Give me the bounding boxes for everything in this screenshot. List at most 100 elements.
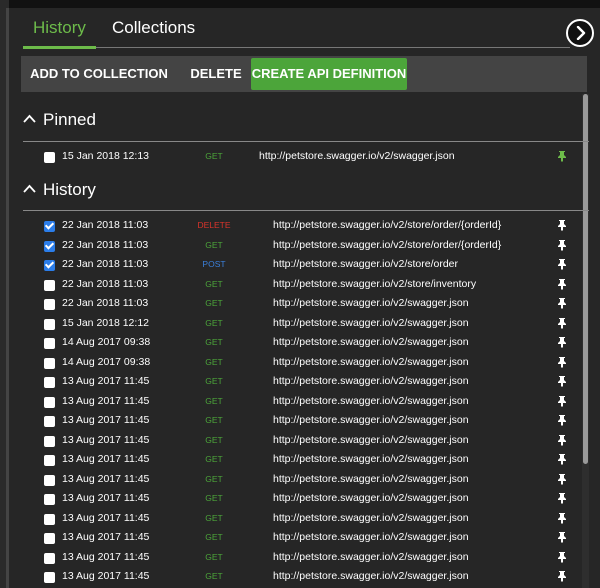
- pin-icon[interactable]: [557, 219, 567, 231]
- pin-icon[interactable]: [557, 395, 567, 407]
- request-date: 22 Jan 2018 11:03: [62, 258, 149, 270]
- tab-bar: History Collections: [9, 8, 600, 52]
- request-url: http://petstore.swagger.io/v2/swagger.js…: [273, 492, 469, 504]
- request-url: http://petstore.swagger.io/v2/store/orde…: [273, 219, 502, 231]
- pin-icon[interactable]: [557, 531, 567, 543]
- request-method: GET: [205, 571, 223, 581]
- request-date: 13 Aug 2017 11:45: [62, 414, 150, 426]
- checkbox-icon[interactable]: [44, 513, 55, 525]
- pin-icon[interactable]: [557, 512, 567, 524]
- request-method: POST: [202, 259, 226, 269]
- list-item[interactable]: 14 Aug 2017 09:38 GET http://petstore.swag…: [9, 334, 579, 354]
- request-date: 15 Jan 2018 12:13: [62, 150, 149, 162]
- request-method: GET: [205, 317, 223, 328]
- pin-icon[interactable]: [557, 570, 567, 582]
- create-api-definition-button[interactable]: CREATE API DEFINITION: [251, 58, 407, 90]
- pin-icon[interactable]: [557, 375, 567, 387]
- pin-icon[interactable]: [557, 278, 567, 290]
- pin-icon[interactable]: [557, 473, 567, 485]
- list-item[interactable]: 14 Aug 2017 09:38 GET http://petstore.swag…: [9, 354, 579, 374]
- request-method: GET: [205, 434, 223, 445]
- list-item[interactable]: 13 Aug 2017 11:45 GET http://petstore.swag…: [9, 529, 579, 549]
- pin-icon[interactable]: [557, 336, 567, 348]
- chevron-up-icon: [23, 184, 36, 193]
- checkbox-icon[interactable]: [44, 221, 55, 232]
- list-item[interactable]: 13 Aug 2017 11:45 GET http://petstore.swag…: [9, 432, 579, 452]
- checkbox-icon[interactable]: [44, 338, 55, 349]
- list-item[interactable]: 22 Jan 2018 11:03 GET http://petstore.swag…: [9, 295, 579, 315]
- request-method: GET: [205, 532, 223, 542]
- top-strip: [0, 0, 600, 8]
- checkbox-icon[interactable]: [44, 494, 55, 505]
- request-method: DELETE: [197, 220, 231, 230]
- checkbox-icon[interactable]: [44, 474, 55, 486]
- pin-icon[interactable]: [557, 551, 567, 563]
- request-method: GET: [205, 473, 223, 484]
- pin-icon[interactable]: [557, 492, 567, 504]
- list-item[interactable]: 13 Aug 2017 11:45 GET http://petstore.swag…: [9, 393, 579, 413]
- left-edge: [0, 0, 9, 588]
- request-date: 14 Aug 2017 09:38: [62, 355, 151, 368]
- list-item[interactable]: 13 Aug 2017 11:45 GET http://petstore.swag…: [9, 568, 579, 588]
- list-item[interactable]: 13 Aug 2017 11:45 GET http://petstore.swag…: [9, 471, 579, 491]
- list-item[interactable]: 13 Aug 2017 11:45 GET http://petstore.swag…: [9, 451, 579, 471]
- tab-collections[interactable]: Collections: [112, 18, 195, 38]
- request-date: 13 Aug 2017 11:45: [62, 472, 150, 485]
- request-url: http://petstore.swagger.io/v2/swagger.js…: [273, 355, 469, 368]
- request-url: http://petstore.swagger.io/v2/store/orde…: [273, 238, 502, 251]
- checkbox-icon[interactable]: [44, 240, 55, 252]
- pinned-divider: [23, 141, 589, 142]
- tab-divider: [96, 47, 570, 48]
- list-item[interactable]: 13 Aug 2017 11:45 GET http://petstore.swag…: [9, 412, 579, 432]
- checkbox-icon[interactable]: [44, 416, 55, 427]
- pin-icon[interactable]: [557, 258, 567, 270]
- request-date: 22 Jan 2018 11:03: [62, 277, 149, 290]
- checkbox-icon[interactable]: [44, 318, 55, 330]
- checkbox-icon[interactable]: [44, 396, 55, 408]
- checkbox-icon[interactable]: [44, 377, 55, 388]
- request-url: http://petstore.swagger.io/v2/swagger.js…: [273, 472, 469, 485]
- pin-icon[interactable]: [557, 356, 567, 368]
- action-toolbar: ADD TO COLLECTION DELETE CREATE API DEFI…: [21, 56, 587, 92]
- checkbox-icon[interactable]: [44, 435, 55, 447]
- pin-icon[interactable]: [557, 453, 567, 465]
- list-item[interactable]: 13 Aug 2017 11:45 GET http://petstore.swag…: [9, 373, 579, 393]
- pin-icon[interactable]: [557, 150, 567, 162]
- request-date: 13 Aug 2017 11:45: [62, 511, 150, 524]
- request-date: 22 Jan 2018 11:03: [62, 238, 149, 251]
- pin-icon[interactable]: [557, 239, 567, 251]
- list-item[interactable]: 13 Aug 2017 11:45 GET http://petstore.swag…: [9, 510, 579, 530]
- checkbox-icon[interactable]: [44, 533, 55, 544]
- checkbox-icon[interactable]: [44, 152, 55, 163]
- checkbox-icon[interactable]: [44, 357, 55, 369]
- delete-button[interactable]: DELETE: [181, 58, 251, 90]
- request-method: GET: [205, 551, 223, 562]
- checkbox-icon[interactable]: [44, 299, 55, 310]
- chevron-right-icon[interactable]: [566, 19, 594, 47]
- list-item[interactable]: 13 Aug 2017 11:45 GET http://petstore.swag…: [9, 490, 579, 510]
- list-item[interactable]: 13 Aug 2017 11:45 GET http://petstore.swag…: [9, 549, 579, 569]
- list-item[interactable]: 15 Jan 2018 12:12 GET http://petstore.swag…: [9, 315, 579, 335]
- scrollbar-thumb[interactable]: [583, 94, 588, 464]
- checkbox-icon[interactable]: [44, 552, 55, 564]
- list-item[interactable]: 22 Jan 2018 11:03 GET http://petstore.swag…: [9, 237, 579, 257]
- request-date: 14 Aug 2017 09:38: [62, 336, 151, 348]
- pin-icon[interactable]: [557, 317, 567, 329]
- list-item[interactable]: 22 Jan 2018 11:03 POST http://petstore.swa…: [9, 256, 579, 276]
- checkbox-icon[interactable]: [44, 260, 55, 271]
- list-item[interactable]: 22 Jan 2018 11:03 DELETE http://petstore.s…: [9, 217, 579, 237]
- checkbox-icon[interactable]: [44, 279, 55, 291]
- request-method: GET: [205, 512, 223, 523]
- pin-icon[interactable]: [557, 414, 567, 426]
- checkbox-icon[interactable]: [44, 455, 55, 466]
- active-tab-indicator: [23, 46, 96, 49]
- pin-icon[interactable]: [557, 434, 567, 446]
- add-to-collection-button[interactable]: ADD TO COLLECTION: [29, 58, 169, 90]
- checkbox-icon[interactable]: [44, 572, 55, 583]
- list-item[interactable]: 15 Jan 2018 12:13 GET http://petstore.swag…: [9, 148, 579, 168]
- tab-history[interactable]: History: [33, 18, 86, 38]
- list-item[interactable]: 22 Jan 2018 11:03 GET http://petstore.swag…: [9, 276, 579, 296]
- pin-icon[interactable]: [557, 297, 567, 309]
- request-url: http://petstore.swagger.io/v2/swagger.js…: [273, 531, 469, 543]
- request-date: 13 Aug 2017 11:45: [62, 570, 150, 582]
